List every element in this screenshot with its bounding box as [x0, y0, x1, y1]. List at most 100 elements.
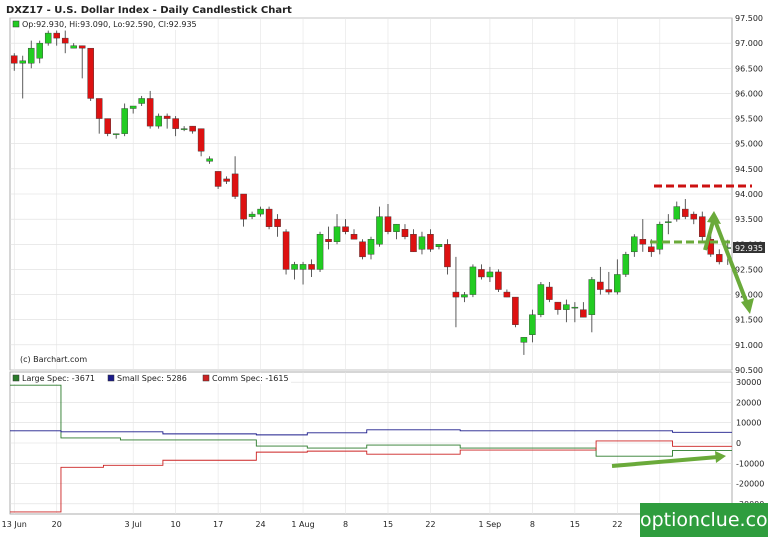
candle-body [512, 296, 519, 325]
candle-body [206, 158, 213, 162]
x-tick-label: 3 Jul [125, 520, 142, 529]
chart: DXZ17 - U.S. Dollar Index - Daily Candle… [0, 0, 768, 537]
x-tick-label: 8 [530, 520, 535, 529]
candle-body [27, 47, 35, 64]
candle-body [163, 115, 171, 119]
cot-legend-swatch [12, 374, 20, 382]
candle-body [478, 269, 485, 278]
candle-body [138, 98, 145, 104]
candle-body [469, 266, 477, 295]
chart-title: DXZ17 - U.S. Dollar Index - Daily Candle… [6, 5, 292, 16]
candle-body [197, 128, 205, 152]
x-tick-label: 24 [255, 520, 265, 529]
candle-body [223, 178, 230, 182]
candle-body [308, 264, 315, 270]
candle-body [44, 32, 52, 44]
candle-body [367, 239, 375, 255]
candle-body [189, 125, 196, 132]
candle-body [104, 118, 111, 134]
candle-body [427, 234, 434, 250]
price-label: 92.935 [735, 244, 763, 253]
x-tick-label: 1 Aug [291, 520, 314, 529]
candle-body [639, 239, 647, 245]
candle-body [325, 239, 332, 242]
candle-body [665, 221, 672, 223]
price-tick-label: 97.500 [735, 14, 763, 23]
candle-body [393, 223, 400, 232]
candle-body [418, 236, 426, 250]
candle-body [121, 108, 128, 134]
x-tick-label: 22 [425, 520, 435, 529]
candle-body [359, 241, 366, 258]
candle-body [180, 128, 188, 130]
candle-body [36, 42, 43, 59]
candle-body [95, 98, 103, 119]
price-tick-label: 96.500 [735, 64, 763, 73]
price-tick-label: 95.000 [735, 140, 763, 149]
price-axis: 97.500 97.000 96.500 96.000 95.500 95.000 94.5… [735, 14, 763, 375]
candle-body [384, 216, 392, 232]
cot-legend-label: Comm Spec: -1615 [212, 374, 289, 383]
x-tick-label: 10 [171, 520, 181, 529]
candle-body [546, 286, 553, 300]
candle-body [274, 218, 281, 227]
candle-body [495, 271, 502, 290]
candle-body [214, 171, 222, 187]
candle-body [597, 281, 604, 290]
x-tick-label: 15 [383, 520, 393, 529]
candle-body [10, 55, 18, 64]
candle-body [461, 294, 468, 298]
candle-body [622, 254, 630, 275]
candle-body [503, 291, 511, 298]
candle-body [716, 254, 723, 263]
cot-tick-label: 30000 [736, 378, 761, 387]
candle-body [588, 279, 596, 315]
candle-body [155, 115, 162, 127]
candle-body [333, 226, 341, 242]
candle-body [690, 213, 698, 220]
price-tick-label: 92.000 [735, 291, 763, 300]
ohlc-legend-swatch [12, 20, 20, 28]
candle-body [563, 304, 570, 310]
cot-legend: Large Spec: -3671 Small Spec: 5286 Comm Sp… [12, 374, 289, 383]
candle-body [342, 226, 349, 232]
candle-body [656, 223, 664, 250]
x-tick-label: 15 [570, 520, 580, 529]
candle-body [240, 193, 247, 220]
price-tick-label: 94.000 [735, 190, 763, 199]
candle-body [673, 206, 681, 220]
candle-body [554, 301, 562, 310]
candle-body [401, 228, 409, 237]
candle-body [112, 133, 120, 135]
candle-body [648, 246, 655, 253]
candle-body [699, 216, 706, 237]
cot-legend-swatch [107, 374, 115, 382]
candle-body [291, 264, 298, 270]
candle-body [529, 314, 536, 335]
x-tick-label: 8 [343, 520, 348, 529]
cot-tick-label: -10000 [736, 459, 764, 468]
price-tick-label: 92.500 [735, 265, 763, 274]
candle-body [129, 105, 137, 109]
price-tick-label: 93.500 [735, 215, 763, 224]
candle-body [19, 60, 26, 64]
candle-body [376, 216, 383, 245]
x-tick-label: 17 [213, 520, 223, 529]
candle-body [87, 47, 94, 99]
candle-body [410, 234, 417, 253]
price-tick-label: 91.500 [735, 316, 763, 325]
candle-body [61, 37, 69, 44]
candle-body [571, 306, 579, 309]
candle-body [537, 284, 545, 315]
candle-body [53, 32, 60, 39]
candle-body [248, 213, 256, 217]
cot-legend-swatch [202, 374, 210, 382]
x-tick-label: 22 [612, 520, 622, 529]
cot-tick-label: 10000 [736, 419, 761, 428]
candle-body [146, 98, 154, 127]
candle-body [299, 264, 307, 270]
candle-body [614, 274, 621, 293]
candle-body [78, 45, 86, 49]
price-tick-label: 91.000 [735, 341, 763, 350]
cot-legend-label: Small Spec: 5286 [117, 374, 187, 383]
